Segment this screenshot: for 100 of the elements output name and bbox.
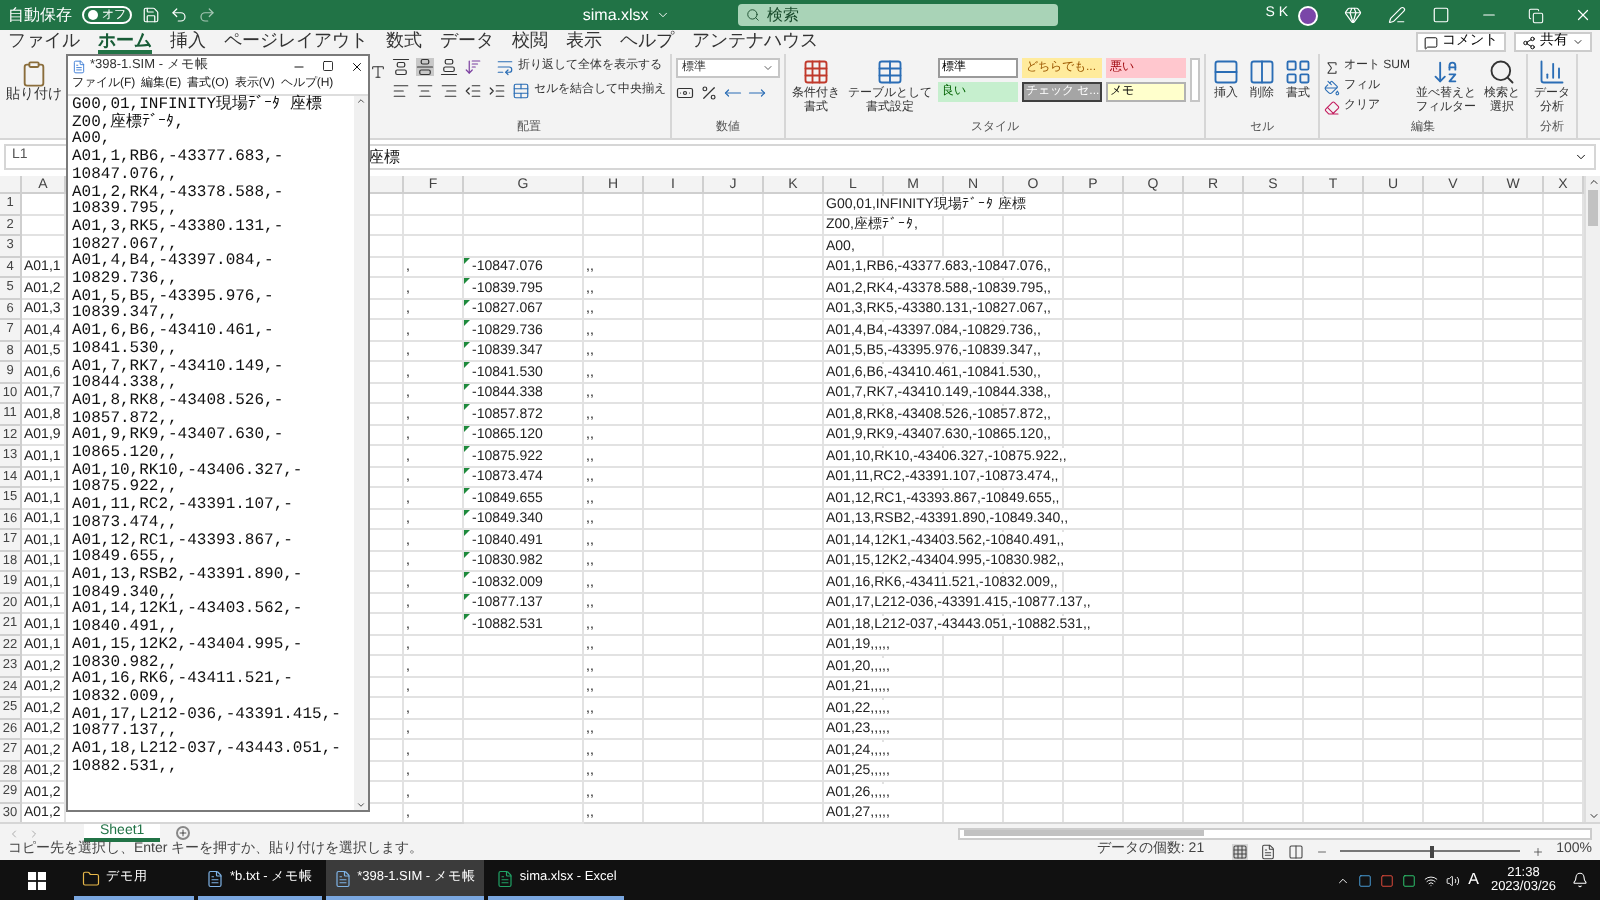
undo-icon[interactable]: [170, 6, 188, 24]
wrap-icon: [496, 58, 514, 76]
button-icon: [876, 58, 904, 86]
comment-icon: [1424, 35, 1438, 49]
add-sheet-icon[interactable]: [176, 826, 191, 840]
error-indicator-icon[interactable]: [464, 572, 470, 578]
orientation-icon[interactable]: [464, 58, 482, 76]
decimal-increase-icon[interactable]: [724, 84, 742, 102]
page-layout-view-icon[interactable]: [1260, 843, 1277, 859]
text-line: A01,18,L212-037,-43443.051,-: [72, 742, 343, 759]
indent-decrease-icon[interactable]: [464, 82, 482, 100]
decimal-decrease-icon[interactable]: [748, 84, 766, 102]
ribbon-tab[interactable]: ページレイアウト: [224, 30, 368, 54]
vertical-scrollbar[interactable]: [354, 96, 368, 810]
text-line: A01,1,RB6,-43377.683,-: [72, 150, 286, 167]
ribbon-tab[interactable]: 挿入: [170, 30, 206, 54]
text-line: 10875.922,,: [72, 480, 180, 497]
scroll-thumb[interactable]: [964, 830, 1205, 836]
error-indicator-icon[interactable]: [464, 362, 470, 368]
error-indicator-icon[interactable]: [464, 404, 470, 410]
vertical-scrollbar[interactable]: [1584, 176, 1600, 822]
text-line: A01,8,RK8,-43408.526,-: [72, 393, 286, 411]
notification-icon[interactable]: [1572, 872, 1588, 888]
text-line: A01,2,RK4,-43378.588,-: [72, 185, 286, 202]
ribbon-tab[interactable]: 数式: [386, 30, 422, 54]
normal-view-icon[interactable]: [1232, 843, 1249, 859]
text-line: A00,: [72, 132, 113, 149]
text-line: A01,4,B4,-43397.084,-: [72, 254, 276, 271]
network-icon[interactable]: [1424, 873, 1439, 887]
text-line: 10877.137,,: [72, 724, 180, 741]
avatar[interactable]: [1298, 5, 1318, 25]
save-icon[interactable]: [142, 6, 160, 24]
scroll-up-icon: [1587, 176, 1599, 188]
diamond-icon[interactable]: [1344, 6, 1362, 24]
ribbon-tab[interactable]: 表示: [566, 30, 602, 54]
align-top-icon[interactable]: [392, 58, 410, 76]
text-line: A01,3,RK5,-43380.131,-: [72, 219, 286, 237]
pen-icon[interactable]: [1388, 6, 1406, 24]
button-icon: [802, 58, 830, 86]
text-line: A01,7,RK7,-43410.149,-: [72, 359, 286, 376]
maximize-icon[interactable]: [322, 60, 334, 72]
search-field[interactable]: 検索: [738, 4, 1059, 26]
button-icon: [1248, 58, 1276, 86]
error-indicator-icon[interactable]: [464, 341, 470, 347]
error-indicator-icon[interactable]: [464, 551, 470, 557]
page-break-view-icon[interactable]: [1288, 843, 1305, 859]
ribbon-tab[interactable]: 校閲: [512, 30, 548, 54]
error-indicator-icon[interactable]: [464, 467, 470, 473]
merge-icon: [512, 82, 530, 100]
align-center-icon[interactable]: [416, 82, 434, 100]
ribbon-tab[interactable]: アンテナハウス: [692, 30, 818, 54]
scroll-up-icon: [356, 96, 366, 106]
align-middle-icon[interactable]: [416, 58, 434, 76]
redo-icon[interactable]: [198, 6, 216, 24]
percent-icon[interactable]: [700, 84, 718, 102]
expand-icon[interactable]: [1574, 150, 1588, 164]
error-indicator-icon[interactable]: [464, 278, 470, 284]
notepad-icon: [333, 869, 352, 887]
align-right-icon[interactable]: [440, 82, 458, 100]
text-line: 10839.347,,: [72, 306, 180, 323]
align-bottom-icon[interactable]: [440, 58, 458, 76]
error-indicator-icon[interactable]: [464, 614, 470, 620]
text-line: 10830.982,,: [72, 655, 180, 671]
error-indicator-icon[interactable]: [464, 425, 470, 431]
horizontal-scrollbar[interactable]: [958, 827, 1592, 839]
error-indicator-icon[interactable]: [464, 446, 470, 452]
ribbon-tab[interactable]: データ: [440, 30, 494, 54]
eraser-icon: [1324, 99, 1340, 115]
text-line: 10832.009,,: [72, 689, 180, 707]
chevron-icon[interactable]: [656, 8, 671, 22]
close-icon[interactable]: [350, 59, 364, 73]
scroll-thumb[interactable]: [1588, 190, 1598, 226]
gallery-scrollbar[interactable]: [1190, 58, 1200, 102]
text-line: 10857.872,,: [72, 411, 178, 428]
ime-indicator[interactable]: A: [1468, 868, 1479, 892]
error-indicator-icon[interactable]: [464, 530, 470, 536]
spreadsheet-icon: [495, 869, 514, 887]
share-icon: [1522, 35, 1536, 49]
error-indicator-icon[interactable]: [464, 383, 470, 389]
error-indicator-icon[interactable]: [464, 257, 470, 263]
error-indicator-icon[interactable]: [464, 299, 470, 305]
error-indicator-icon[interactable]: [464, 488, 470, 494]
button-icon: [1212, 58, 1240, 86]
ribbon-tab[interactable]: ヘルプ: [620, 30, 674, 54]
button-icon: [1432, 58, 1460, 86]
indent-increase-icon[interactable]: [488, 82, 506, 100]
font-size-icon[interactable]: [370, 64, 386, 80]
button-icon: [1488, 58, 1516, 86]
error-indicator-icon[interactable]: [464, 593, 470, 599]
currency-icon[interactable]: [676, 84, 694, 102]
ribbon-tab[interactable]: ファイル: [8, 30, 80, 54]
windows-logo-icon[interactable]: [28, 871, 46, 889]
button-icon: [1284, 58, 1312, 86]
volume-icon[interactable]: [1446, 873, 1461, 887]
zoom-in-icon[interactable]: [1532, 845, 1545, 857]
error-indicator-icon[interactable]: [464, 320, 470, 326]
error-indicator-icon[interactable]: [464, 509, 470, 515]
tray-expand-icon[interactable]: [1336, 873, 1351, 887]
align-left-icon[interactable]: [392, 82, 410, 100]
restore-icon[interactable]: [1528, 7, 1544, 23]
